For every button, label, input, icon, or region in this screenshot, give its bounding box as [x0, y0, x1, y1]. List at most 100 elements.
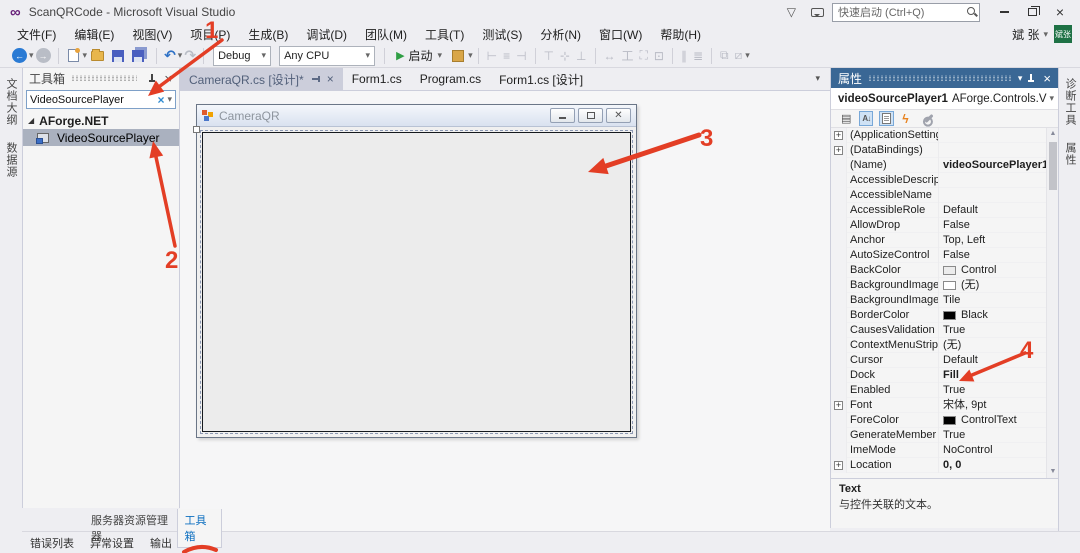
side-tab[interactable]: 文档大纲	[0, 72, 22, 132]
start-debug-button[interactable]: ▶ 启动 ▾	[396, 47, 442, 64]
scroll-thumb[interactable]	[1049, 142, 1057, 190]
side-tab[interactable]: 属性	[1059, 136, 1080, 172]
undo-icon[interactable]: ↶	[164, 47, 176, 64]
expand-icon[interactable]: +	[834, 146, 843, 155]
expanded-caret-icon[interactable]: ◢	[28, 116, 34, 125]
property-value[interactable]: (无)	[939, 338, 1047, 353]
minimize-button[interactable]	[990, 3, 1018, 21]
selection-grip[interactable]	[193, 126, 200, 133]
expand-icon[interactable]: +	[834, 401, 843, 410]
debug-target-combo[interactable]: Debug▾	[213, 46, 271, 66]
property-value[interactable]	[939, 188, 1047, 203]
menu-item[interactable]: 生成(B)	[239, 24, 297, 45]
property-row[interactable]: DockFill	[831, 368, 1047, 383]
new-chevron-icon[interactable]: ▾	[83, 50, 88, 61]
property-value[interactable]	[939, 128, 1047, 143]
property-row[interactable]: CausesValidationTrue	[831, 323, 1047, 338]
categorized-icon[interactable]: ▤	[839, 111, 853, 126]
property-value[interactable]: True	[939, 383, 1047, 398]
navigate-back-icon[interactable]: ←	[12, 48, 27, 63]
menu-item[interactable]: 工具(T)	[416, 24, 473, 45]
property-value[interactable]: True	[939, 428, 1047, 443]
property-row[interactable]: EnabledTrue	[831, 383, 1047, 398]
restore-button[interactable]	[1018, 3, 1046, 21]
pin-icon[interactable]	[1026, 73, 1036, 84]
property-value[interactable]: Default	[939, 353, 1047, 368]
property-row[interactable]: BackgroundImage(无)	[831, 278, 1047, 293]
events-icon[interactable]: ϟ	[900, 111, 910, 126]
property-value[interactable]: Black	[939, 308, 1047, 323]
property-row[interactable]: (Name)videoSourcePlayer1	[831, 158, 1047, 173]
property-row[interactable]: AutoSizeControlFalse	[831, 248, 1047, 263]
menu-item[interactable]: 测试(S)	[473, 24, 531, 45]
side-tab[interactable]: 数据源	[0, 136, 22, 184]
editor-tab[interactable]: Form1.cs	[343, 68, 411, 90]
feedback-icon[interactable]	[811, 8, 824, 17]
designer-surface[interactable]: CameraQR ✕	[180, 90, 830, 531]
property-row[interactable]: +(ApplicationSettings)	[831, 128, 1047, 143]
property-value[interactable]: 宋体, 9pt	[939, 398, 1047, 413]
property-value[interactable]: True	[939, 323, 1047, 338]
property-row[interactable]: BackColorControl	[831, 263, 1047, 278]
property-value[interactable]: ControlText	[939, 413, 1047, 428]
toolbox-item-videosourceplayer[interactable]: VideoSourcePlayer	[23, 129, 179, 146]
editor-tab[interactable]: Program.cs	[411, 68, 490, 90]
expand-icon[interactable]: +	[834, 131, 843, 140]
menu-item[interactable]: 调试(D)	[297, 24, 356, 45]
undo-chevron-icon[interactable]: ▾	[178, 50, 183, 61]
save-icon[interactable]	[112, 50, 124, 62]
property-value[interactable]: videoSourcePlayer1	[939, 158, 1047, 173]
object-selector-combo[interactable]: videoSourcePlayer1 AForge.Controls.Video…	[831, 88, 1058, 110]
close-button[interactable]: ×	[1046, 3, 1074, 21]
property-row[interactable]: GenerateMemberTrue	[831, 428, 1047, 443]
designed-form[interactable]: CameraQR ✕	[196, 104, 637, 438]
property-row[interactable]: +Font宋体, 9pt	[831, 398, 1047, 413]
property-row[interactable]: BackgroundImageLayoutTile	[831, 293, 1047, 308]
property-row[interactable]: AnchorTop, Left	[831, 233, 1047, 248]
menu-item[interactable]: 视图(V)	[123, 24, 181, 45]
menu-item[interactable]: 帮助(H)	[651, 24, 710, 45]
menu-item[interactable]: 项目(P)	[181, 24, 239, 45]
close-icon[interactable]: ×	[1043, 72, 1051, 85]
property-value[interactable]: 0, 0	[939, 458, 1047, 473]
menu-item[interactable]: 窗口(W)	[590, 24, 651, 45]
property-row[interactable]: +Location0, 0	[831, 458, 1047, 473]
properties-header[interactable]: 属性 ▾ ×	[831, 68, 1058, 88]
toolbox-header[interactable]: 工具箱 ×	[23, 68, 179, 88]
new-project-icon[interactable]	[68, 49, 79, 62]
close-icon[interactable]: ×	[164, 72, 172, 85]
alphabetical-icon[interactable]: A↓	[859, 111, 873, 126]
menu-item[interactable]: 团队(M)	[356, 24, 416, 45]
pin-icon[interactable]	[147, 73, 157, 84]
platform-combo[interactable]: Any CPU▾	[279, 46, 375, 66]
toolbar-overflow-icon[interactable]: ▾	[468, 50, 473, 61]
property-value[interactable]: Default	[939, 203, 1047, 218]
property-value[interactable]: (无)	[939, 278, 1047, 293]
property-value[interactable]: Tile	[939, 293, 1047, 308]
toolbox-bottom-tab[interactable]: 工具箱	[177, 509, 222, 548]
property-value[interactable]: Top, Left	[939, 233, 1047, 248]
property-row[interactable]: ContextMenuStrip(无)	[831, 338, 1047, 353]
search-options-chevron-icon[interactable]: ▾	[167, 94, 172, 105]
expand-icon[interactable]: +	[834, 461, 843, 470]
avatar[interactable]: 斌张	[1054, 25, 1072, 43]
open-file-icon[interactable]	[91, 51, 104, 61]
filter-icon[interactable]: ▽	[787, 5, 796, 19]
property-row[interactable]: CursorDefault	[831, 353, 1047, 368]
property-row[interactable]: AccessibleName	[831, 188, 1047, 203]
user-name[interactable]: 斌 张	[1012, 26, 1039, 43]
tab-list-chevron-icon[interactable]: ▾	[815, 73, 820, 84]
bottom-panel-tab[interactable]: 错误列表	[22, 533, 82, 553]
save-all-icon[interactable]	[132, 50, 144, 62]
navigate-forward-icon[interactable]: →	[36, 48, 51, 63]
property-row[interactable]: ImeModeNoControl	[831, 443, 1047, 458]
scrollbar[interactable]: ▲ ▼	[1046, 128, 1058, 478]
close-icon[interactable]: ×	[327, 72, 334, 86]
window-menu-chevron-icon[interactable]: ▾	[1018, 73, 1023, 84]
attach-process-icon[interactable]	[452, 50, 464, 62]
property-value[interactable]: Control	[939, 263, 1047, 278]
toolbox-group-aforge[interactable]: ◢ AForge.NET	[23, 112, 179, 129]
toolbox-search-input[interactable]	[30, 94, 154, 106]
property-row[interactable]: AccessibleDescription	[831, 173, 1047, 188]
clear-search-icon[interactable]: ×	[157, 93, 164, 107]
